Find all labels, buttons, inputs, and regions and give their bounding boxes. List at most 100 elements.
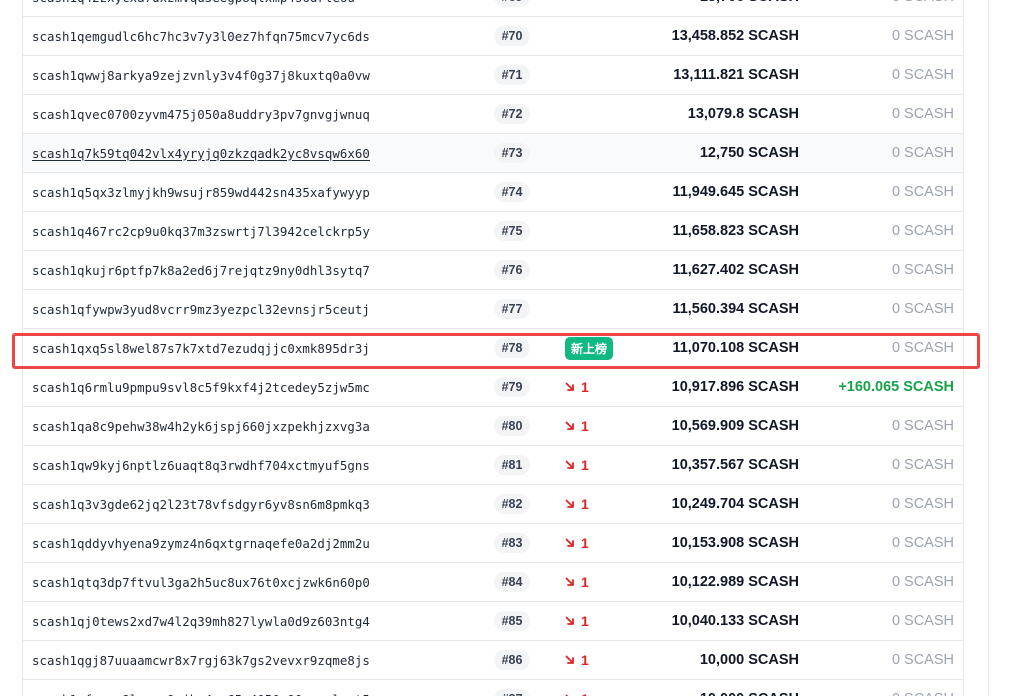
rank-change-down: 1	[565, 613, 589, 629]
table-row[interactable]: scash1qddyvhyena9zymz4n6qxtgrnaqefe0a2dj…	[23, 524, 963, 563]
holder-address-link[interactable]: scash1qfywpw3yud8vcrr9mz3yezpcl32evnsjr5…	[32, 290, 370, 328]
rank-change-cell	[565, 56, 635, 94]
table-row[interactable]: scash1q5qx3zlmyjkh9wsujr859wd442sn435xaf…	[23, 173, 963, 212]
holder-address-link[interactable]: scash1q467rc2cp9u0kq37m3zswrtj7l3942celc…	[32, 212, 370, 250]
holder-address-link[interactable]: scash1qkujr6ptfp7k8a2ed6j7rejqtz9ny0dhl3…	[32, 251, 370, 289]
table-row[interactable]: scash1q3v3gde62jq2l23t78vfsdgyr6yv8sn6m8…	[23, 485, 963, 524]
balance-value: 13,458.852 SCASH	[671, 28, 799, 44]
table-row[interactable]: scash1qwwj8arkya9zejzvnly3v4f0g37j8kuxtq…	[23, 56, 963, 95]
arrow-down-right-icon	[565, 538, 574, 547]
rank-change-cell	[565, 290, 635, 328]
holder-address-link[interactable]: scash1q3v3gde62jq2l23t78vfsdgyr6yv8sn6m8…	[32, 485, 370, 523]
rank-cell: #81	[491, 446, 533, 484]
holder-address-link[interactable]: scash1qtq3dp7ftvul3ga2h5uc8ux76t0xcjzwk6…	[32, 563, 370, 601]
balance-value: 10,357.567 SCASH	[671, 457, 799, 473]
balance-value: 10,153.908 SCASH	[671, 535, 799, 551]
rank-cell: #77	[491, 290, 533, 328]
holder-address-link[interactable]: scash1qw9kyj6nptlz6uaqt8q3rwdhf704xctmyu…	[32, 446, 370, 484]
table-row[interactable]: scash1q7k59tq042vlx4yryjq0zkzqadk2yc8vsq…	[23, 134, 963, 173]
balance-change-value: 0 SCASH	[891, 106, 954, 122]
balance-value: 10,249.704 SCASH	[671, 496, 799, 512]
rank-badge: #78	[493, 338, 531, 358]
holder-address-link[interactable]: scash1q6rmlu9pmpu9svl8c5f9kxf4j2tcedey5z…	[32, 368, 370, 406]
rank-badge: #76	[493, 260, 531, 280]
balance-change-value: +160.065 SCASH	[838, 379, 954, 395]
table-row[interactable]: scash1qxq5sl8wel87s7k7xtd7ezudqjjc0xmk89…	[23, 329, 963, 368]
rank-cell: #83	[491, 524, 533, 562]
table-row[interactable]: scash1q42zxycxa7dxzmvqu5eegp8qlxmp4s6drl…	[23, 0, 963, 17]
rank-badge: #82	[493, 494, 531, 514]
table-row[interactable]: scash1q467rc2cp9u0kq37m3zswrtj7l3942celc…	[23, 212, 963, 251]
balance-change-value: 0 SCASH	[891, 613, 954, 629]
balance-change-value: 0 SCASH	[891, 418, 954, 434]
holder-address-link[interactable]: scash1qxq5sl8wel87s7k7xtd7ezudqjjc0xmk89…	[32, 329, 370, 367]
arrow-down-right-icon	[565, 655, 574, 664]
balance-change-value: 0 SCASH	[891, 28, 954, 44]
balance-value: 13,111.821 SCASH	[673, 67, 799, 83]
rank-cell: #69	[491, 0, 533, 16]
rank-change-value: 1	[581, 535, 589, 551]
balance-value: 13,706 SCASH	[700, 0, 799, 16]
holder-address-link[interactable]: scash1qvec0700zyvm475j050a8uddry3pv7gnvg…	[32, 95, 370, 133]
holder-address-link[interactable]: scash1qj0tews2xd7w4l2q39mh827lywla0d9z60…	[32, 602, 370, 640]
holders-table: scash1q42zxycxa7dxzmvqu5eegp8qlxmp4s6drl…	[22, 0, 964, 696]
rank-change-value: 1	[581, 574, 589, 590]
table-row[interactable]: scash1qa8c9pehw38w4h2yk6jspj660jxzpekhjz…	[23, 407, 963, 446]
balance-change-value: 0 SCASH	[892, 0, 954, 16]
table-row[interactable]: scash1qvec0700zyvm475j050a8uddry3pv7gnvg…	[23, 95, 963, 134]
rank-change-value: 1	[581, 457, 589, 473]
rank-badge: #72	[493, 104, 531, 124]
rank-badge: #84	[493, 572, 531, 592]
rank-change-cell: 1	[565, 641, 635, 679]
holder-address-link[interactable]: scash1q5qx3zlmyjkh9wsujr859wd442sn435xaf…	[32, 173, 370, 211]
balance-change-value: 0 SCASH	[891, 67, 954, 83]
holder-address-link[interactable]: scash1qfxmzz8lnauq9sjhy4wg65w4050e90nnae…	[32, 680, 370, 696]
holder-address-link[interactable]: scash1qwwj8arkya9zejzvnly3v4f0g37j8kuxtq…	[32, 56, 370, 94]
balance-value: 10,040.133 SCASH	[671, 613, 799, 629]
rank-badge: #87	[493, 689, 531, 696]
rank-cell: #84	[491, 563, 533, 601]
balance-value: 10,000 SCASH	[699, 652, 799, 668]
rank-change-value: 1	[581, 613, 589, 629]
rank-badge: #85	[493, 611, 531, 631]
rank-change-value: 1	[581, 496, 589, 512]
rank-change-down: 1	[565, 535, 589, 551]
holder-address-link[interactable]: scash1q7k59tq042vlx4yryjq0zkzqadk2yc8vsq…	[32, 134, 370, 172]
rank-change-down: 1	[565, 574, 589, 590]
rank-cell: #79	[491, 368, 533, 406]
balance-change-value: 0 SCASH	[892, 680, 954, 696]
table-row[interactable]: scash1qkujr6ptfp7k8a2ed6j7rejqtz9ny0dhl3…	[23, 251, 963, 290]
arrow-down-right-icon	[565, 499, 574, 508]
table-row[interactable]: scash1qtq3dp7ftvul3ga2h5uc8ux76t0xcjzwk6…	[23, 563, 963, 602]
rank-badge: #73	[493, 143, 531, 163]
rank-cell: #73	[491, 134, 533, 172]
table-row[interactable]: scash1qemgudlc6hc7hc3v7y3l0ez7hfqn75mcv7…	[23, 17, 963, 56]
holder-address-link[interactable]: scash1qa8c9pehw38w4h2yk6jspj660jxzpekhjz…	[32, 407, 370, 445]
rank-change-cell	[565, 17, 635, 55]
balance-value: 10,122.989 SCASH	[671, 574, 799, 590]
rank-badge: #75	[493, 221, 531, 241]
rank-change-cell: 新上榜	[565, 329, 635, 367]
holder-address-link[interactable]: scash1qgj87uuaamcwr8x7rgj63k7gs2vevxr9zq…	[32, 641, 370, 679]
holder-address-link[interactable]: scash1qddyvhyena9zymz4n6qxtgrnaqefe0a2dj…	[32, 524, 370, 562]
rank-badge: #74	[493, 182, 531, 202]
table-row[interactable]: scash1qfxmzz8lnauq9sjhy4wg65w4050e90nnae…	[23, 680, 963, 696]
holder-address-link[interactable]: scash1qemgudlc6hc7hc3v7y3l0ez7hfqn75mcv7…	[32, 17, 370, 55]
rank-change-cell: 1	[565, 368, 635, 406]
rank-change-cell: 1	[565, 446, 635, 484]
table-row[interactable]: scash1qw9kyj6nptlz6uaqt8q3rwdhf704xctmyu…	[23, 446, 963, 485]
table-row[interactable]: scash1qgj87uuaamcwr8x7rgj63k7gs2vevxr9zq…	[23, 641, 963, 680]
rank-change-value: 1	[581, 652, 589, 668]
balance-value: 11,560.394 SCASH	[672, 301, 799, 317]
rank-change-down: 1	[565, 496, 589, 512]
balance-value: 10,000 SCASH	[700, 680, 799, 696]
arrow-down-right-icon	[565, 460, 574, 469]
table-row[interactable]: scash1qj0tews2xd7w4l2q39mh827lywla0d9z60…	[23, 602, 963, 641]
holder-address-link[interactable]: scash1q42zxycxa7dxzmvqu5eegp8qlxmp4s6drl…	[32, 0, 355, 16]
rank-change-cell	[565, 95, 635, 133]
rank-badge: #86	[493, 650, 531, 670]
arrow-down-right-icon	[565, 382, 574, 391]
table-row[interactable]: scash1qfywpw3yud8vcrr9mz3yezpcl32evnsjr5…	[23, 290, 963, 329]
table-row[interactable]: scash1q6rmlu9pmpu9svl8c5f9kxf4j2tcedey5z…	[23, 368, 963, 407]
rank-change-value: 1	[581, 691, 589, 696]
